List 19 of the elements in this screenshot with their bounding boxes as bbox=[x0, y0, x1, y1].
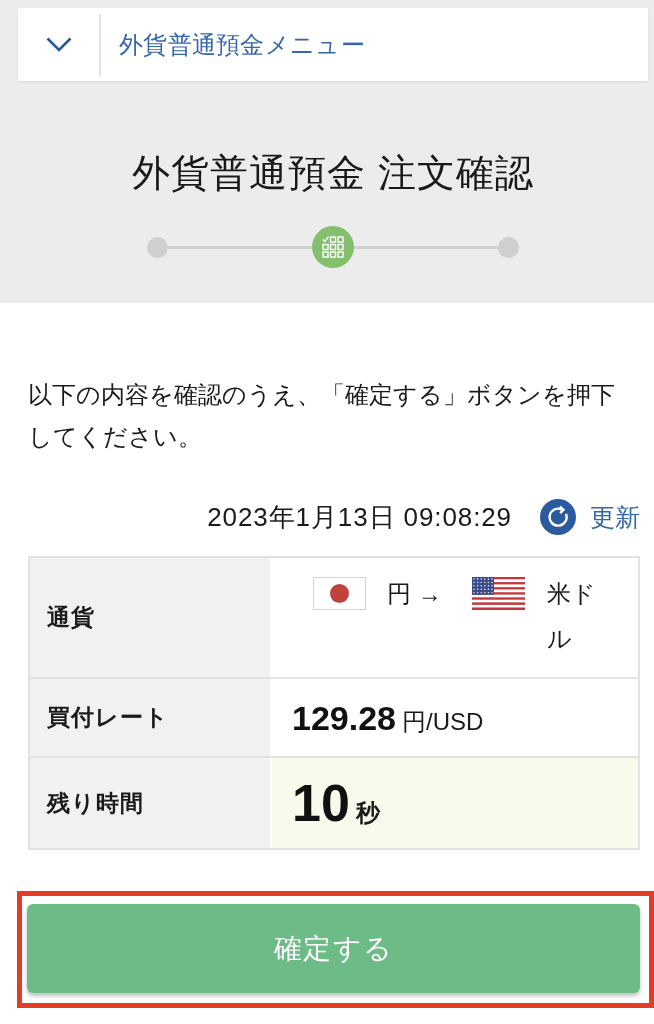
timer-value: 10 bbox=[292, 777, 350, 829]
checklist-grid-icon bbox=[322, 236, 344, 258]
timer-unit: 秒 bbox=[355, 801, 380, 825]
rate-unit: 円/USD bbox=[402, 709, 484, 734]
menu-link[interactable]: 外貨普通預金メニュー bbox=[119, 28, 365, 61]
table-header-cell: 残り時間 bbox=[30, 758, 272, 848]
instruction-text: 以下の内容を確認のうえ、「確定する」ボタンを押下してください。 bbox=[28, 380, 616, 452]
currency-from-text: 円 → bbox=[387, 579, 442, 609]
refresh-icon bbox=[540, 499, 576, 535]
us-flag-icon bbox=[471, 577, 525, 610]
page-title: 外貨普通預金 注文確認 bbox=[132, 151, 534, 195]
currency-to-text: 米ドル bbox=[546, 579, 597, 654]
japan-flag-icon bbox=[313, 577, 366, 610]
table-header-cell: 買付レート bbox=[30, 679, 272, 756]
refresh-button[interactable]: 更新 bbox=[540, 499, 640, 535]
table-header-cell: 通貨 bbox=[30, 558, 272, 677]
rate-value: 129.28 bbox=[292, 700, 396, 735]
chevron-down-icon[interactable] bbox=[45, 37, 72, 52]
timestamp-text: 2023年1月13日 09:08:29 bbox=[207, 500, 512, 534]
